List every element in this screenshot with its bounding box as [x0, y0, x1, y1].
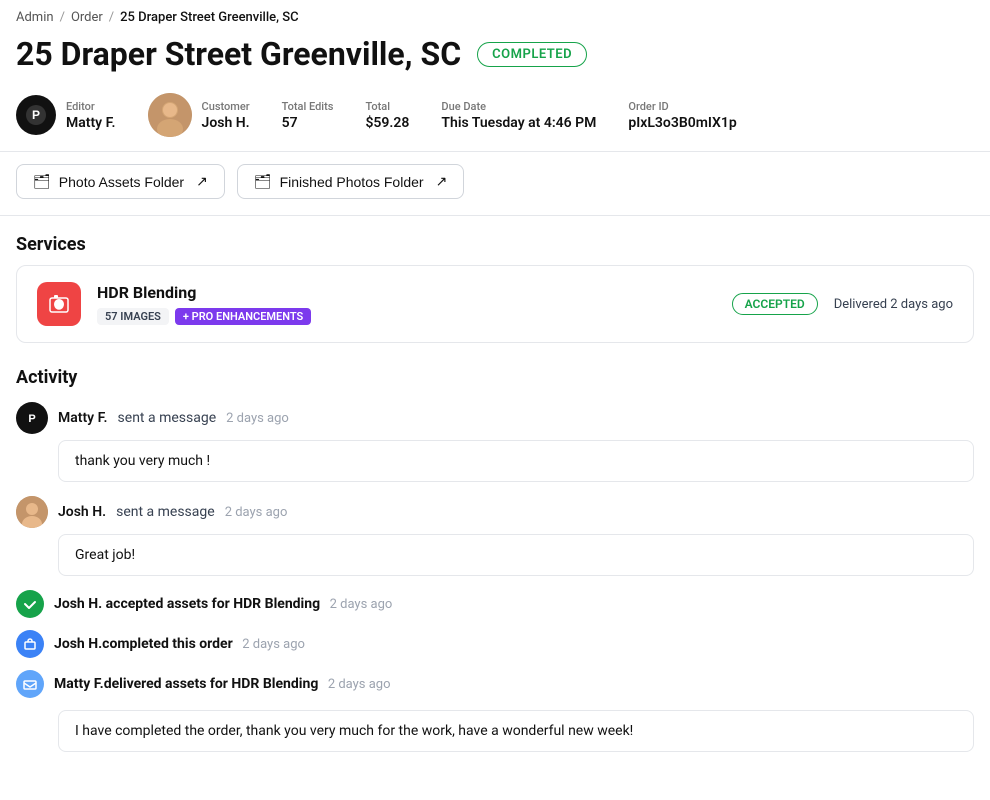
event-text-completed: Josh H.completed this order 2 days ago: [54, 636, 305, 652]
activity-sender-matty: Matty F.: [58, 410, 108, 426]
total-block: Total $59.28: [365, 100, 409, 131]
activity-event-delivered: Matty F.delivered assets for HDR Blendin…: [16, 670, 974, 698]
activity-message-delivered: I have completed the order, thank you ve…: [58, 710, 974, 752]
breadcrumb-admin[interactable]: Admin: [16, 10, 54, 25]
order-id-block: Order ID pIxL3o3B0mIX1p: [628, 100, 736, 131]
service-tags: 57 IMAGES + PRO ENHANCEMENTS: [97, 308, 716, 325]
activity-section: Activity P Matty F. sent a message 2 day…: [0, 359, 990, 752]
tag-images: 57 IMAGES: [97, 308, 169, 325]
activity-header-matty: P Matty F. sent a message 2 days ago: [16, 402, 974, 434]
delivered-icon: [16, 670, 44, 698]
order-id-label: Order ID: [628, 100, 736, 113]
activity-event-accepted: Josh H. accepted assets for HDR Blending…: [16, 590, 974, 618]
editor-name: Matty F.: [66, 115, 116, 131]
activity-time-josh: 2 days ago: [225, 505, 288, 520]
customer-block: Customer Josh H.: [148, 93, 250, 137]
customer-label: Customer: [202, 100, 250, 113]
svg-text:P: P: [32, 108, 40, 122]
finished-photos-label: Finished Photos Folder: [280, 174, 424, 190]
folder-row: 🗂 Photo Assets Folder ↗ 🗂 Finished Photo…: [0, 152, 990, 216]
page-header: 25 Draper Street Greenville, SC COMPLETE…: [0, 31, 990, 85]
activity-action-josh: sent a message: [116, 504, 215, 520]
activity-item-delivered: Matty F.delivered assets for HDR Blendin…: [16, 670, 974, 752]
status-badge: COMPLETED: [477, 42, 587, 67]
service-icon: [37, 282, 81, 326]
external-link-icon-2: ↗: [436, 173, 448, 190]
service-card: HDR Blending 57 IMAGES + PRO ENHANCEMENT…: [16, 265, 974, 343]
breadcrumb-order[interactable]: Order: [71, 10, 103, 25]
customer-avatar: [148, 93, 192, 137]
total-edits-label: Total Edits: [282, 100, 334, 113]
event-text-accepted: Josh H. accepted assets for HDR Blending…: [54, 596, 392, 612]
activity-message-josh: Great job!: [58, 534, 974, 576]
activity-item-josh-message: Josh H. sent a message 2 days ago Great …: [16, 496, 974, 576]
folder-icon-1: 🗂: [33, 173, 51, 190]
external-link-icon-1: ↗: [196, 173, 208, 190]
total-edits-value: 57: [282, 115, 334, 131]
total-label: Total: [365, 100, 409, 113]
event-text-delivered: Matty F.delivered assets for HDR Blendin…: [54, 676, 391, 692]
activity-item-matty-message: P Matty F. sent a message 2 days ago tha…: [16, 402, 974, 482]
total-edits-block: Total Edits 57: [282, 100, 334, 131]
service-delivery: Delivered 2 days ago: [834, 297, 953, 312]
service-info: HDR Blending 57 IMAGES + PRO ENHANCEMENT…: [97, 283, 716, 325]
due-date-label: Due Date: [441, 100, 596, 113]
breadcrumb-sep-2: /: [109, 10, 114, 25]
breadcrumb-current: 25 Draper Street Greenville, SC: [120, 10, 298, 25]
folder-icon-2: 🗂: [254, 173, 272, 190]
finished-photos-folder-button[interactable]: 🗂 Finished Photos Folder ↗: [237, 164, 464, 199]
editor-info: Editor Matty F.: [66, 100, 116, 131]
total-value: $59.28: [365, 115, 409, 131]
activity-message-matty: thank you very much !: [58, 440, 974, 482]
activity-avatar-josh: [16, 496, 48, 528]
activity-header-josh: Josh H. sent a message 2 days ago: [16, 496, 974, 528]
order-id-value: pIxL3o3B0mIX1p: [628, 115, 736, 131]
photo-assets-folder-button[interactable]: 🗂 Photo Assets Folder ↗: [16, 164, 225, 199]
due-date-value: This Tuesday at 4:46 PM: [441, 115, 596, 131]
breadcrumb: Admin / Order / 25 Draper Street Greenvi…: [0, 0, 990, 31]
services-section: Services HDR Blending 57 IMAGES + PRO EN…: [0, 216, 990, 343]
customer-info: Customer Josh H.: [202, 100, 250, 131]
services-title: Services: [0, 216, 990, 265]
activity-event-completed: Josh H.completed this order 2 days ago: [16, 630, 974, 658]
breadcrumb-sep-1: /: [60, 10, 65, 25]
customer-name: Josh H.: [202, 115, 250, 131]
activity-action-matty: sent a message: [118, 410, 217, 426]
activity-avatar-matty: P: [16, 402, 48, 434]
completed-icon: [16, 630, 44, 658]
due-date-block: Due Date This Tuesday at 4:46 PM: [441, 100, 596, 131]
activity-title: Activity: [16, 359, 974, 402]
photo-assets-label: Photo Assets Folder: [59, 174, 184, 190]
accepted-icon: [16, 590, 44, 618]
editor-block: P Editor Matty F.: [16, 95, 116, 135]
svg-text:P: P: [28, 413, 35, 425]
service-name: HDR Blending: [97, 283, 716, 302]
activity-sender-josh: Josh H.: [58, 504, 106, 520]
service-status-badge: ACCEPTED: [732, 293, 818, 315]
page-title: 25 Draper Street Greenville, SC: [16, 35, 461, 73]
tag-pro: + PRO ENHANCEMENTS: [175, 308, 311, 325]
meta-row: P Editor Matty F. Customer Josh H. Total…: [0, 85, 990, 152]
activity-time-matty: 2 days ago: [226, 411, 289, 426]
editor-label: Editor: [66, 100, 116, 113]
editor-avatar: P: [16, 95, 56, 135]
